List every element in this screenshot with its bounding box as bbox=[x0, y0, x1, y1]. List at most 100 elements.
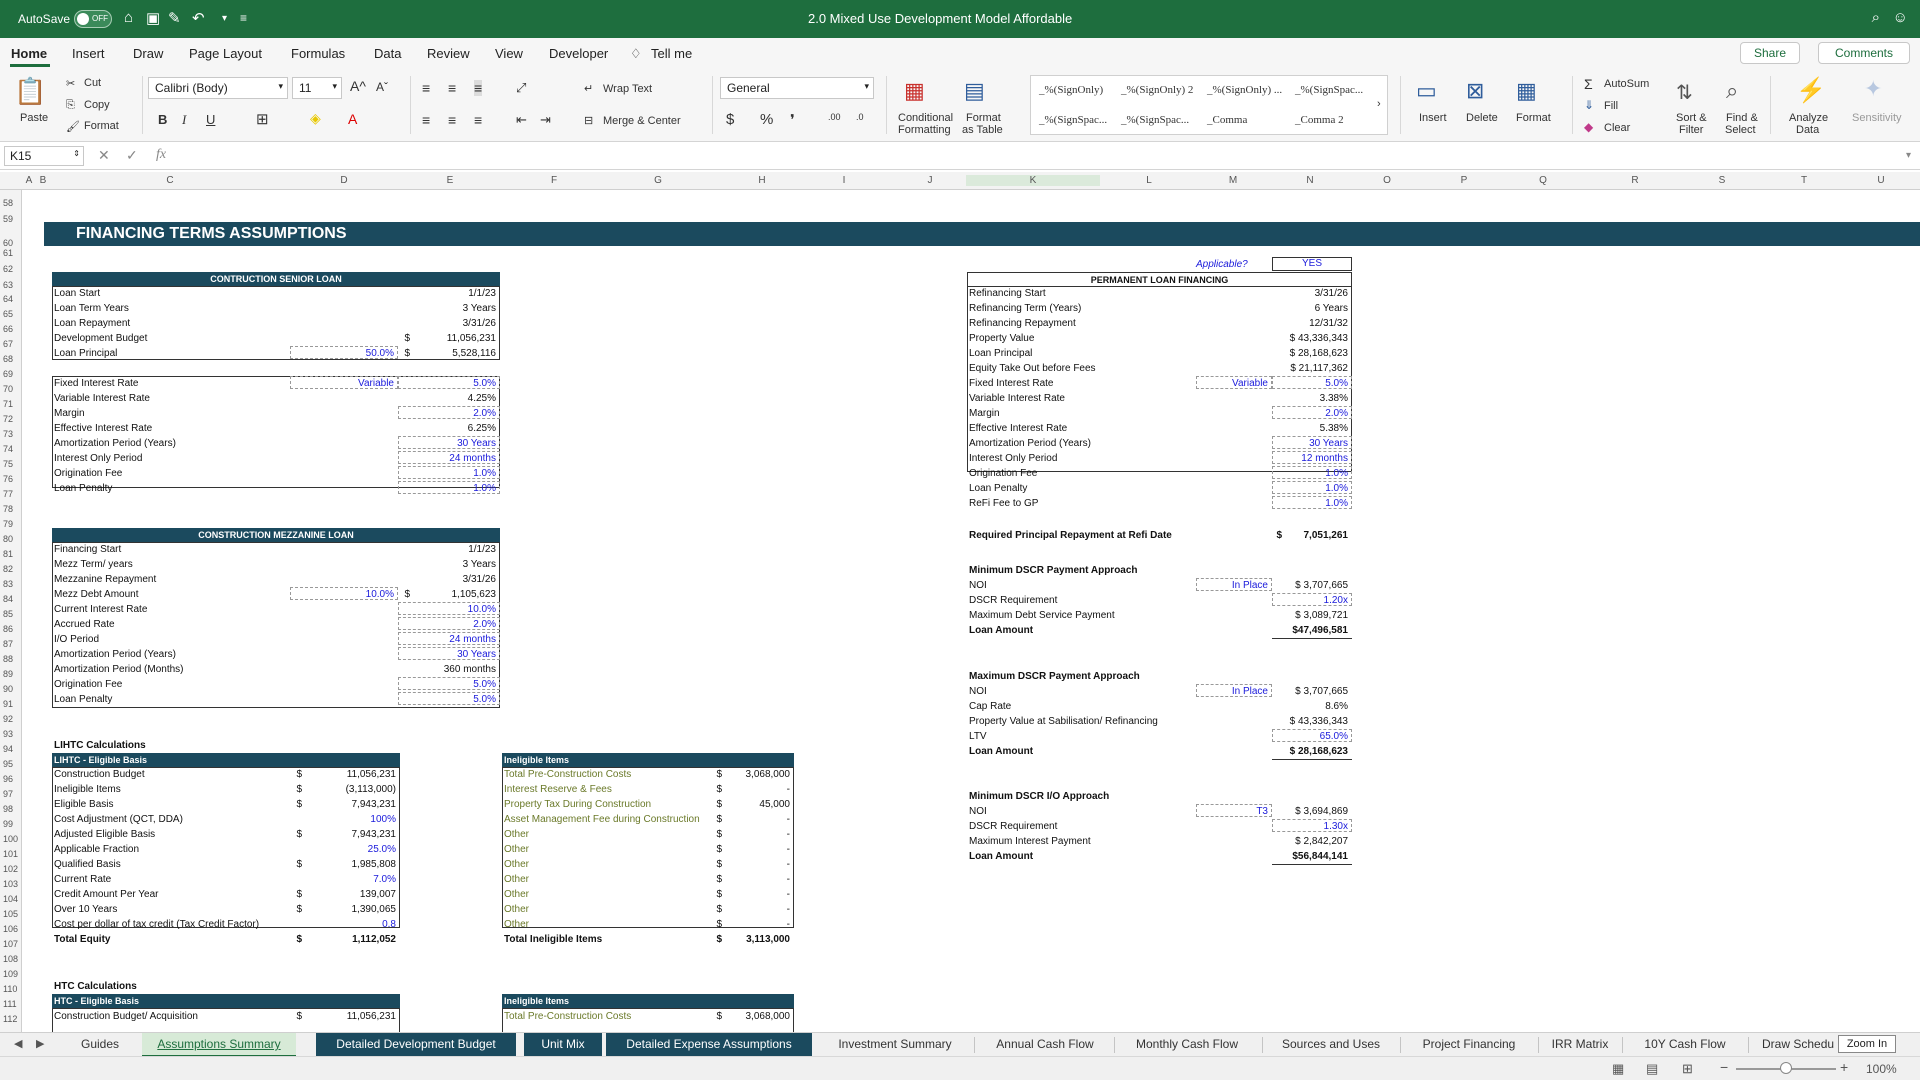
home-icon[interactable]: ⌂ bbox=[124, 9, 133, 26]
row-header[interactable]: 79 bbox=[0, 519, 22, 529]
fill-color-icon[interactable]: ◈ bbox=[310, 110, 321, 127]
fill-button[interactable]: Fill bbox=[1604, 100, 1618, 112]
increase-font-icon[interactable]: A^ bbox=[350, 78, 366, 94]
row-header[interactable]: 100 bbox=[0, 834, 22, 844]
row-header[interactable]: 99 bbox=[0, 819, 22, 829]
percent-icon[interactable]: % bbox=[760, 111, 773, 128]
row-header[interactable]: 108 bbox=[0, 954, 22, 964]
cell-style[interactable]: _%(SignSpac... bbox=[1121, 114, 1189, 126]
column-header[interactable]: F bbox=[502, 175, 606, 186]
row-header[interactable]: 87 bbox=[0, 639, 22, 649]
row-header[interactable]: 112 bbox=[0, 1014, 22, 1024]
search-icon[interactable]: ⌕ bbox=[1872, 9, 1880, 26]
row-header[interactable]: 58 bbox=[0, 198, 22, 208]
font-size-dropdown[interactable]: 11 ▾ bbox=[292, 77, 342, 99]
sensitivity-icon[interactable]: ✦ bbox=[1864, 76, 1882, 102]
edit-icon[interactable]: ✎ bbox=[168, 9, 181, 27]
zoom-slider-handle[interactable] bbox=[1780, 1062, 1792, 1074]
menu-developer[interactable]: Developer bbox=[549, 46, 608, 61]
save-icon[interactable]: ▣ bbox=[146, 9, 160, 27]
merge-center-button[interactable]: Merge & Center bbox=[603, 115, 681, 127]
row-header[interactable]: 61 bbox=[0, 248, 22, 258]
menu-formulas[interactable]: Formulas bbox=[291, 46, 345, 61]
clear-button[interactable]: Clear bbox=[1604, 122, 1630, 134]
row-header[interactable]: 65 bbox=[0, 309, 22, 319]
row-header[interactable]: 89 bbox=[0, 669, 22, 679]
column-header[interactable]: A bbox=[24, 175, 34, 186]
menu-draw[interactable]: Draw bbox=[133, 46, 163, 61]
wrap-text-button[interactable]: Wrap Text bbox=[603, 83, 652, 95]
row-header[interactable]: 72 bbox=[0, 414, 22, 424]
align-bottom-icon[interactable]: ≡ bbox=[474, 80, 483, 96]
column-header[interactable]: O bbox=[1352, 175, 1422, 186]
chevron-right-icon[interactable]: › bbox=[1377, 98, 1381, 110]
row-header[interactable]: 102 bbox=[0, 864, 22, 874]
undo-dropdown-icon[interactable]: ▾ bbox=[222, 13, 227, 24]
column-header[interactable]: L bbox=[1100, 175, 1198, 186]
column-header[interactable]: R bbox=[1590, 175, 1680, 186]
delete-cells-button[interactable]: Delete bbox=[1466, 112, 1498, 124]
row-header[interactable]: 107 bbox=[0, 939, 22, 949]
sort-filter-label-2[interactable]: Filter bbox=[1679, 124, 1703, 136]
format-cells-button[interactable]: Format bbox=[1516, 112, 1551, 124]
format-as-table-label-1[interactable]: Format bbox=[966, 112, 1001, 124]
copy-button[interactable]: Copy bbox=[84, 99, 110, 111]
row-header[interactable]: 104 bbox=[0, 894, 22, 904]
increase-indent-icon[interactable]: ⇥ bbox=[540, 112, 551, 128]
row-header[interactable]: 101 bbox=[0, 849, 22, 859]
row-header[interactable]: 74 bbox=[0, 444, 22, 454]
tab-draw-schedule[interactable]: Draw Schedu bbox=[1752, 1033, 1852, 1057]
zoom-level[interactable]: 100% bbox=[1866, 1062, 1897, 1076]
enter-icon[interactable]: ✓ bbox=[126, 147, 138, 164]
align-middle-icon[interactable]: ≡ bbox=[448, 80, 456, 96]
row-header[interactable]: 66 bbox=[0, 324, 22, 334]
conditional-formatting-label-2[interactable]: Formatting bbox=[898, 124, 951, 136]
analyze-data-label-2[interactable]: Data bbox=[1796, 124, 1819, 136]
tab-irr-matrix[interactable]: IRR Matrix bbox=[1542, 1033, 1618, 1057]
decrease-indent-icon[interactable]: ⇤ bbox=[516, 112, 527, 128]
row-header[interactable]: 76 bbox=[0, 474, 22, 484]
column-header[interactable]: E bbox=[398, 175, 502, 186]
column-header[interactable]: D bbox=[290, 175, 398, 186]
row-header[interactable]: 80 bbox=[0, 534, 22, 544]
cell-style[interactable]: _Comma bbox=[1207, 114, 1247, 126]
cell-styles-gallery[interactable]: _%(SignOnly) _%(SignOnly) 2 _%(SignOnly)… bbox=[1030, 75, 1388, 135]
column-header[interactable]: C bbox=[120, 175, 220, 186]
menu-home[interactable]: Home bbox=[11, 46, 47, 61]
find-select-icon[interactable]: ⌕ bbox=[1726, 78, 1738, 104]
tab-project-financing[interactable]: Project Financing bbox=[1404, 1033, 1534, 1057]
fill-icon[interactable]: ⇓ bbox=[1584, 98, 1594, 112]
tab-investment-summary[interactable]: Investment Summary bbox=[820, 1033, 970, 1057]
delete-cells-icon[interactable]: ⊠ bbox=[1466, 78, 1484, 104]
cell-style[interactable]: _%(SignSpac... bbox=[1295, 84, 1363, 96]
cell-style[interactable]: _%(SignOnly) bbox=[1039, 84, 1103, 96]
column-header[interactable]: J bbox=[900, 175, 960, 186]
cut-button[interactable]: Cut bbox=[84, 77, 101, 89]
autosum-icon[interactable]: Σ bbox=[1584, 76, 1593, 92]
row-header[interactable]: 109 bbox=[0, 969, 22, 979]
row-header[interactable]: 77 bbox=[0, 489, 22, 499]
row-header[interactable]: 95 bbox=[0, 759, 22, 769]
row-header[interactable]: 103 bbox=[0, 879, 22, 889]
row-header[interactable]: 92 bbox=[0, 714, 22, 724]
row-header[interactable]: 71 bbox=[0, 399, 22, 409]
decrease-decimal-icon[interactable]: .0 bbox=[856, 112, 864, 122]
find-select-label-2[interactable]: Select bbox=[1725, 124, 1756, 136]
row-header[interactable]: 105 bbox=[0, 909, 22, 919]
row-header[interactable]: 62 bbox=[0, 264, 22, 274]
orientation-icon[interactable]: ⤢ bbox=[516, 80, 526, 96]
document-title[interactable]: 2.0 Mixed Use Development Model Affordab… bbox=[808, 11, 1072, 26]
tab-detailed-development-budget[interactable]: Detailed Development Budget bbox=[316, 1033, 516, 1057]
row-header[interactable]: 91 bbox=[0, 699, 22, 709]
row-header[interactable]: 88 bbox=[0, 654, 22, 664]
column-header[interactable]: Q bbox=[1506, 175, 1580, 186]
row-header[interactable]: 68 bbox=[0, 354, 22, 364]
normal-view-icon[interactable]: ▦ bbox=[1612, 1061, 1624, 1077]
applicable-input[interactable]: YES bbox=[1272, 257, 1352, 271]
row-header[interactable]: 93 bbox=[0, 729, 22, 739]
format-cells-icon[interactable]: ▦ bbox=[1516, 78, 1537, 104]
row-header[interactable]: 84 bbox=[0, 594, 22, 604]
customize-toolbar-icon[interactable]: ≡ bbox=[240, 11, 247, 25]
format-as-table-icon[interactable]: ▤ bbox=[964, 78, 985, 104]
row-header[interactable]: 75 bbox=[0, 459, 22, 469]
